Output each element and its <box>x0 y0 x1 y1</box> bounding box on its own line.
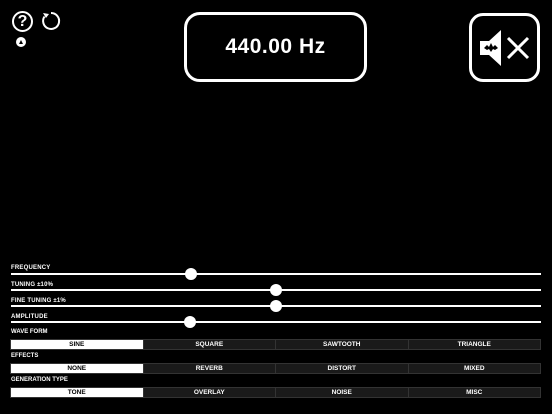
tuning-label: TUNING ±10% <box>11 282 54 288</box>
help-glyph: ? <box>17 12 28 30</box>
frequency-slider-thumb[interactable] <box>185 268 198 280</box>
help-button[interactable]: ? <box>12 11 33 32</box>
effects-selector[interactable]: NONE REVERB DISTORT MIXED <box>10 363 541 374</box>
speaker-muted-icon <box>479 29 529 66</box>
wave-form-option-triangle[interactable]: TRIANGLE <box>409 340 541 349</box>
effects-option-mixed[interactable]: MIXED <box>409 364 541 373</box>
generation-type-option-tone[interactable]: TONE <box>11 388 144 397</box>
generation-type-option-misc[interactable]: MISC <box>409 388 541 397</box>
tuning-slider[interactable] <box>11 284 541 296</box>
fine-tuning-label: FINE TUNING ±1% <box>11 298 66 304</box>
tuning-slider-thumb[interactable] <box>270 284 282 296</box>
amplitude-slider-thumb[interactable] <box>184 316 197 328</box>
frequency-display: 440.00 Hz <box>184 12 367 82</box>
mute-button[interactable] <box>469 13 540 82</box>
amplitude-slider[interactable] <box>11 316 541 328</box>
reset-button[interactable] <box>40 10 62 32</box>
frequency-value: 440.00 Hz <box>225 35 326 58</box>
generation-type-selector[interactable]: TONE OVERLAY NOISE MISC <box>10 387 541 398</box>
effects-option-reverb[interactable]: REVERB <box>144 364 276 373</box>
generation-type-label: GENERATION TYPE <box>11 377 68 383</box>
generation-type-option-noise[interactable]: NOISE <box>276 388 409 397</box>
wave-form-option-sawtooth[interactable]: SAWTOOTH <box>276 340 409 349</box>
wave-form-label: WAVE FORM <box>11 329 48 335</box>
effects-option-distort[interactable]: DISTORT <box>276 364 409 373</box>
fine-tuning-slider[interactable] <box>11 300 541 312</box>
fine-tuning-slider-thumb[interactable] <box>270 300 282 312</box>
frequency-slider[interactable] <box>11 268 541 280</box>
generation-type-option-overlay[interactable]: OVERLAY <box>144 388 276 397</box>
wave-form-selector[interactable]: SINE SQUARE SAWTOOTH TRIANGLE <box>10 339 541 350</box>
frequency-label: FREQUENCY <box>11 265 51 271</box>
effects-label: EFFECTS <box>11 353 39 359</box>
amplitude-label: AMPLITUDE <box>11 314 48 320</box>
effects-option-none[interactable]: NONE <box>11 364 144 373</box>
wave-form-option-square[interactable]: SQUARE <box>144 340 276 349</box>
settings-small-icon[interactable] <box>16 37 26 47</box>
wave-form-option-sine[interactable]: SINE <box>11 340 144 349</box>
reset-icon <box>42 11 61 30</box>
